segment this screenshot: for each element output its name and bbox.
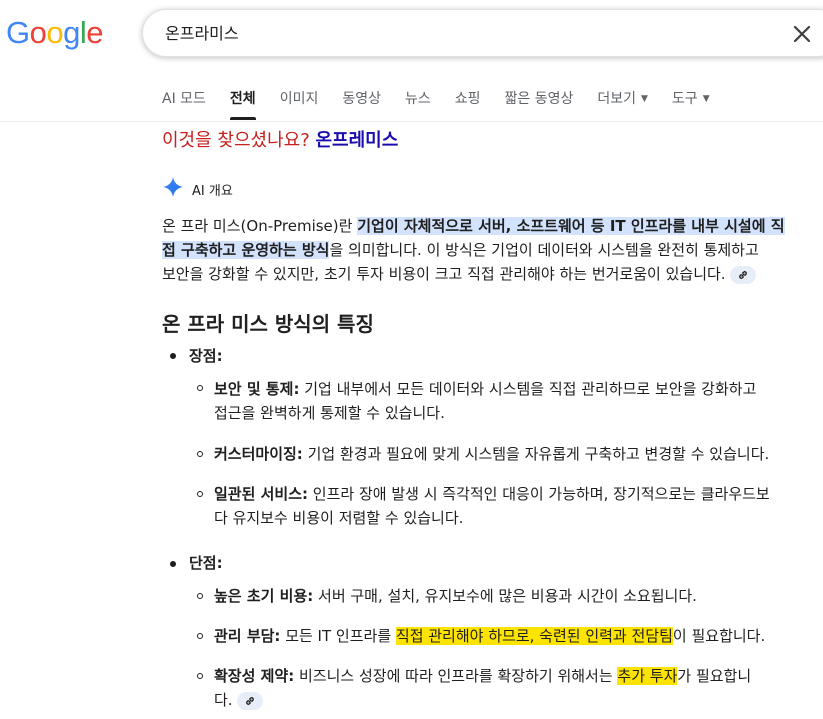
tab-shopping[interactable]: 쇼핑 <box>455 82 481 116</box>
ai-overview-header: AI 개요 <box>162 176 233 203</box>
sub-bullet-icon <box>197 385 203 391</box>
search-tabs: AI 모드 전체 이미지 동영상 뉴스 쇼핑 짧은 동영상 더보기 ▼ 도구 ▼ <box>162 82 734 120</box>
sub-bullet-icon <box>197 673 203 679</box>
bullet-icon <box>170 561 176 567</box>
logo-letter: o <box>46 15 64 50</box>
intro-lead: 온 프라 미스(On-Premise)란 <box>162 217 358 235</box>
ai-overview-label: AI 개요 <box>192 184 233 199</box>
bullet-icon <box>170 353 176 359</box>
sub-bullet-icon <box>197 451 203 457</box>
tab-label: 이미지 <box>279 91 319 107</box>
ai-intro-paragraph: 온 프라 미스(On-Premise)란 기업이 자체적으로 서버, 소프트웨어… <box>162 214 802 286</box>
intro-rest: 보안을 강화할 수 있지만, 초기 투자 비용이 크고 직접 관리해야 하는 번… <box>162 265 726 283</box>
link-icon[interactable] <box>236 691 263 710</box>
tab-news[interactable]: 뉴스 <box>405 82 431 116</box>
intro-rest: 을 의미합니다. 이 방식은 기업이 데이터와 시스템을 완전히 통제하고 <box>329 241 759 259</box>
caret-down-icon: ▼ <box>641 94 648 104</box>
close-icon[interactable] <box>791 23 813 45</box>
item-text: 이 필요합니다. <box>672 627 766 645</box>
link-icon[interactable] <box>729 265 756 284</box>
item-title: 일관된 서비스: <box>214 485 309 503</box>
sparkle-icon <box>162 176 184 203</box>
sub-bullet-icon <box>197 491 203 497</box>
section-heading: 온 프라 미스 방식의 특징 <box>162 312 374 336</box>
cons-title: 단점: <box>189 551 223 575</box>
search-box <box>142 9 823 58</box>
caret-down-icon: ▼ <box>702 94 710 104</box>
list-item: 커스터마이징: 기업 환경과 필요에 맞게 시스템을 자유롭게 구축하고 변경할… <box>214 442 814 466</box>
item-text: 가 필요합니 <box>677 667 752 685</box>
tab-tools[interactable]: 도구 ▼ <box>672 82 710 116</box>
did-you-mean: 이것을 찾으셨나요? 온프레미스 <box>162 126 398 152</box>
tab-images[interactable]: 이미지 <box>280 82 319 116</box>
list-item: 확장성 제약: 비즈니스 성장에 따라 인프라를 확장하기 위해서는 추가 투자… <box>214 664 814 712</box>
logo-letter: G <box>6 15 30 50</box>
tab-label: 전체 <box>229 91 256 107</box>
item-title: 관리 부담: <box>214 627 281 645</box>
item-text: 기업 내부에서 모든 데이터와 시스템을 직접 관리하므로 보안을 강화하고 <box>299 380 757 398</box>
google-logo[interactable]: Google <box>6 14 104 54</box>
tab-all[interactable]: 전체 <box>229 82 256 120</box>
pros-title: 장점: <box>189 344 223 368</box>
item-highlight: 추가 투자 <box>617 667 678 685</box>
logo-letter: e <box>86 15 104 50</box>
tab-more[interactable]: 더보기 ▼ <box>597 82 648 116</box>
list-item: 관리 부담: 모든 IT 인프라를 직접 관리해야 하므로, 숙련된 인력과 전… <box>214 624 814 648</box>
list-item: 일관된 서비스: 인프라 장애 발생 시 즉각적인 대응이 가능하며, 장기적으… <box>214 482 814 530</box>
item-text: 기업 환경과 필요에 맞게 시스템을 자유롭게 구축하고 변경할 수 있습니다. <box>302 445 770 463</box>
item-highlight: 직접 관리해야 하므로, 숙련된 인력과 전담팀 <box>395 627 673 645</box>
item-title: 보안 및 통제: <box>214 380 300 398</box>
item-text: 다. <box>214 691 233 709</box>
item-title: 높은 초기 비용: <box>214 587 314 605</box>
intro-highlight: 기업이 자체적으로 서버, 소프트웨어 등 IT 인프라를 내부 시설에 직 <box>357 217 785 235</box>
tab-label: 짧은 동영상 <box>504 91 574 107</box>
item-text: 다 유지보수 비용이 저렴할 수 있습니다. <box>214 509 464 527</box>
item-text: 인프라 장애 발생 시 즉각적인 대응이 가능하며, 장기적으로는 클라우드보 <box>308 485 770 503</box>
tab-ai-mode[interactable]: AI 모드 <box>162 82 206 116</box>
list-item: 보안 및 통제: 기업 내부에서 모든 데이터와 시스템을 직접 관리하므로 보… <box>214 377 814 425</box>
tab-label: 쇼핑 <box>454 91 481 107</box>
did-you-mean-prefix: 이것을 찾으셨나요? <box>162 130 310 151</box>
tab-label: AI 모드 <box>162 91 206 107</box>
sub-bullet-icon <box>197 633 203 639</box>
item-text: 비즈니스 성장에 따라 인프라를 확장하기 위해서는 <box>294 667 618 685</box>
header-divider <box>0 121 823 122</box>
tab-label: 뉴스 <box>404 91 431 107</box>
tab-videos[interactable]: 동영상 <box>342 82 381 116</box>
item-title: 커스터마이징: <box>214 445 303 463</box>
tab-label: 도구 <box>671 91 698 107</box>
item-text: 서버 구매, 설치, 유지보수에 많은 비용과 시간이 소요됩니다. <box>313 587 697 605</box>
tab-short-videos[interactable]: 짧은 동영상 <box>505 82 574 116</box>
item-title: 확장성 제약: <box>214 667 295 685</box>
search-input[interactable] <box>163 10 767 58</box>
list-item: 높은 초기 비용: 서버 구매, 설치, 유지보수에 많은 비용과 시간이 소요… <box>214 584 814 608</box>
item-text: 모든 IT 인프라를 <box>280 627 396 645</box>
tab-label: 더보기 <box>597 91 636 107</box>
cons-title-text: 단점: <box>189 554 223 572</box>
intro-highlight: 접 구축하고 운영하는 방식 <box>162 241 330 259</box>
item-text: 접근을 완벽하게 통제할 수 있습니다. <box>214 404 445 422</box>
logo-letter: g <box>63 15 80 50</box>
sub-bullet-icon <box>197 593 203 599</box>
pros-title-text: 장점: <box>189 347 223 365</box>
tab-label: 동영상 <box>342 91 381 107</box>
did-you-mean-suggestion[interactable]: 온프레미스 <box>316 130 399 151</box>
logo-letter: o <box>29 15 47 50</box>
